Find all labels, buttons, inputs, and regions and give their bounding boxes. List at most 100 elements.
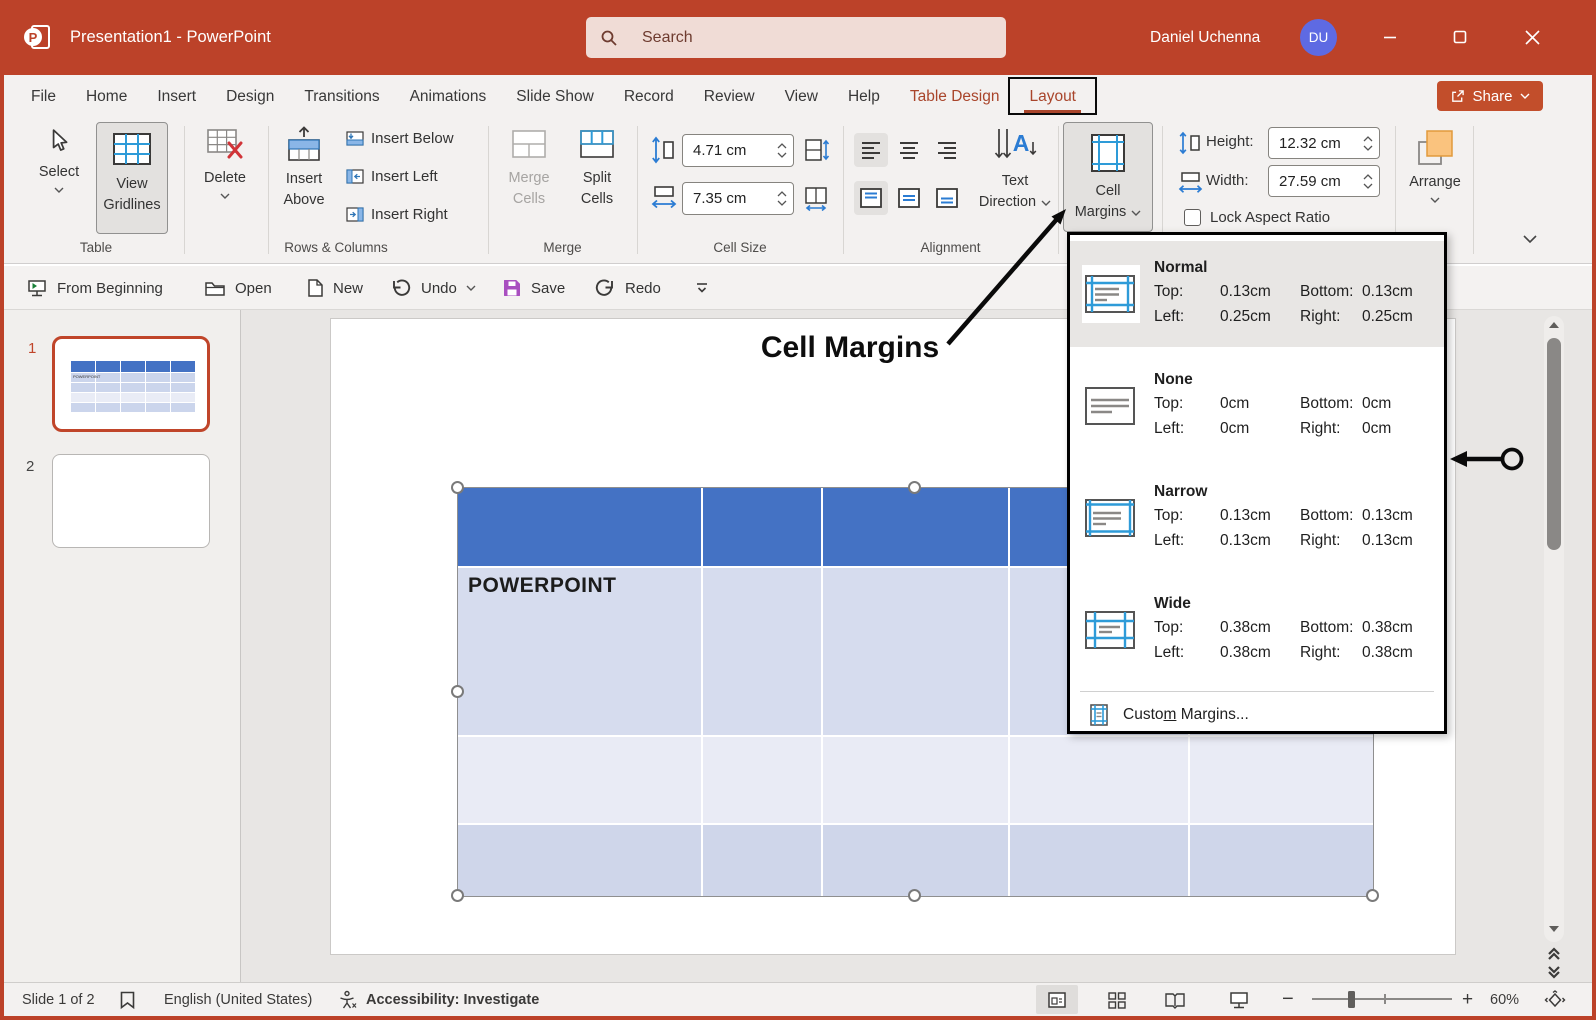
collapse-ribbon-button[interactable] bbox=[1522, 234, 1538, 244]
spinner-arrows[interactable] bbox=[1363, 174, 1373, 189]
table-cell[interactable] bbox=[823, 568, 1008, 735]
scroll-down-icon[interactable] bbox=[1547, 924, 1561, 934]
tab-file[interactable]: File bbox=[16, 75, 71, 118]
zoom-out-button[interactable]: − bbox=[1282, 983, 1294, 1016]
undo-button[interactable]: Undo bbox=[390, 266, 476, 310]
table-cell[interactable] bbox=[823, 737, 1008, 823]
redo-button[interactable]: Redo bbox=[594, 266, 661, 310]
zoom-in-button[interactable]: + bbox=[1462, 983, 1473, 1016]
normal-view-button[interactable] bbox=[1036, 985, 1078, 1014]
close-button[interactable] bbox=[1510, 17, 1554, 57]
zoom-slider-track[interactable] bbox=[1312, 998, 1452, 1000]
table-cell[interactable] bbox=[458, 488, 701, 566]
spinner-arrows[interactable] bbox=[1363, 136, 1373, 151]
align-left-button[interactable] bbox=[854, 133, 888, 167]
resize-handle-top-left[interactable] bbox=[451, 481, 464, 494]
menu-item-none[interactable]: None Top:0cmBottom:0cm Left:0cmRight:0cm bbox=[1070, 353, 1444, 459]
tab-record[interactable]: Record bbox=[609, 75, 689, 118]
table-cell[interactable] bbox=[1190, 737, 1373, 823]
cell-margins-annotation-text[interactable]: Cell Margins bbox=[730, 331, 970, 365]
save-button[interactable]: Save bbox=[502, 266, 565, 310]
table-cell[interactable] bbox=[823, 488, 1008, 566]
minimize-button[interactable] bbox=[1368, 17, 1412, 57]
table-cell[interactable] bbox=[1010, 825, 1188, 896]
slide-thumbnail-1[interactable]: POWERPOINT bbox=[52, 336, 210, 432]
table-height-field[interactable]: 12.32 cm bbox=[1268, 127, 1380, 159]
from-beginning-button[interactable]: From Beginning bbox=[26, 266, 163, 310]
table-cell[interactable] bbox=[823, 825, 1008, 896]
insert-left-button[interactable]: Insert Left bbox=[346, 168, 438, 185]
distribute-columns-button[interactable] bbox=[804, 186, 830, 212]
menu-item-narrow[interactable]: Narrow Top:0.13cmBottom:0.13cm Left:0.13… bbox=[1070, 465, 1444, 571]
align-top-button[interactable] bbox=[854, 181, 888, 215]
resize-handle-bottom-right[interactable] bbox=[1366, 889, 1379, 902]
align-center-button[interactable] bbox=[892, 133, 926, 167]
search-box[interactable] bbox=[586, 17, 1006, 58]
custom-margins-item[interactable]: Custom Margins... bbox=[1070, 695, 1444, 734]
tab-transitions[interactable]: Transitions bbox=[289, 75, 394, 118]
share-button[interactable]: Share bbox=[1437, 81, 1543, 111]
insert-above-button[interactable]: Insert Above bbox=[270, 126, 338, 211]
tab-layout[interactable]: Layout bbox=[1014, 75, 1091, 118]
chevron-down-icon[interactable] bbox=[466, 285, 476, 291]
distribute-rows-button[interactable] bbox=[804, 138, 830, 164]
avatar[interactable]: DU bbox=[1300, 19, 1337, 56]
accessibility-status[interactable]: Accessibility: Investigate bbox=[366, 983, 539, 1016]
delete-button[interactable]: Delete bbox=[196, 128, 254, 199]
table-cell[interactable] bbox=[703, 737, 821, 823]
tab-review[interactable]: Review bbox=[689, 75, 770, 118]
table-cell[interactable] bbox=[1190, 825, 1373, 896]
language-status[interactable]: English (United States) bbox=[164, 983, 312, 1016]
spinner-arrows[interactable] bbox=[777, 143, 787, 158]
menu-item-wide[interactable]: Wide Top:0.38cmBottom:0.38cm Left:0.38cm… bbox=[1070, 577, 1444, 683]
tab-animations[interactable]: Animations bbox=[395, 75, 502, 118]
cell-width-field[interactable]: 7.35 cm bbox=[682, 182, 794, 215]
slideshow-view-button[interactable] bbox=[1218, 985, 1260, 1014]
open-button[interactable]: Open bbox=[204, 266, 272, 310]
table-cell[interactable] bbox=[458, 825, 701, 896]
new-button[interactable]: New bbox=[306, 266, 363, 310]
cell-margins-button[interactable]: Cell Margins bbox=[1063, 122, 1153, 232]
tab-design[interactable]: Design bbox=[211, 75, 289, 118]
select-button[interactable]: Select bbox=[30, 128, 88, 193]
table-cell[interactable]: POWERPOINT bbox=[458, 568, 701, 735]
tab-table-design[interactable]: Table Design bbox=[895, 75, 1015, 118]
table-width-field[interactable]: 27.59 cm bbox=[1268, 165, 1380, 197]
tab-help[interactable]: Help bbox=[833, 75, 895, 118]
search-input[interactable] bbox=[640, 28, 924, 48]
tab-slide-show[interactable]: Slide Show bbox=[501, 75, 609, 118]
previous-slide-button[interactable] bbox=[1546, 946, 1562, 962]
resize-handle-top-middle[interactable] bbox=[908, 481, 921, 494]
scroll-up-icon[interactable] bbox=[1547, 320, 1561, 330]
maximize-button[interactable] bbox=[1438, 17, 1482, 57]
fit-to-window-button[interactable] bbox=[1534, 985, 1576, 1014]
slide-counter[interactable]: Slide 1 of 2 bbox=[22, 983, 95, 1016]
view-gridlines-button[interactable]: View Gridlines bbox=[96, 122, 168, 234]
spinner-arrows[interactable] bbox=[777, 191, 787, 206]
zoom-level[interactable]: 60% bbox=[1490, 983, 1519, 1016]
cell-height-field[interactable]: 4.71 cm bbox=[682, 134, 794, 167]
tab-insert[interactable]: Insert bbox=[142, 75, 211, 118]
align-bottom-button[interactable] bbox=[930, 181, 964, 215]
account-name[interactable]: Daniel Uchenna bbox=[1150, 0, 1260, 75]
arrange-button[interactable]: Arrange bbox=[1400, 126, 1470, 203]
table-cell[interactable] bbox=[703, 568, 821, 735]
table-cell[interactable] bbox=[1010, 737, 1188, 823]
scrollbar-thumb[interactable] bbox=[1547, 338, 1561, 550]
align-middle-button[interactable] bbox=[892, 181, 926, 215]
resize-handle-bottom-middle[interactable] bbox=[908, 889, 921, 902]
insert-right-button[interactable]: Insert Right bbox=[346, 206, 448, 223]
next-slide-button[interactable] bbox=[1546, 964, 1562, 980]
menu-item-normal[interactable]: Normal Top:0.13cmBottom:0.13cm Left:0.25… bbox=[1070, 241, 1444, 347]
lock-aspect-ratio-checkbox[interactable] bbox=[1184, 209, 1201, 226]
spellcheck-icon[interactable] bbox=[118, 983, 137, 1016]
zoom-slider-thumb[interactable] bbox=[1348, 991, 1355, 1008]
table-cell[interactable] bbox=[458, 737, 701, 823]
table-cell-text[interactable]: POWERPOINT bbox=[468, 574, 617, 598]
resize-handle-middle-left[interactable] bbox=[451, 685, 464, 698]
resize-handle-bottom-left[interactable] bbox=[451, 889, 464, 902]
slide-thumbnail-2[interactable] bbox=[52, 454, 210, 548]
tab-view[interactable]: View bbox=[770, 75, 833, 118]
table-cell[interactable] bbox=[703, 488, 821, 566]
slide-sorter-button[interactable] bbox=[1096, 985, 1138, 1014]
